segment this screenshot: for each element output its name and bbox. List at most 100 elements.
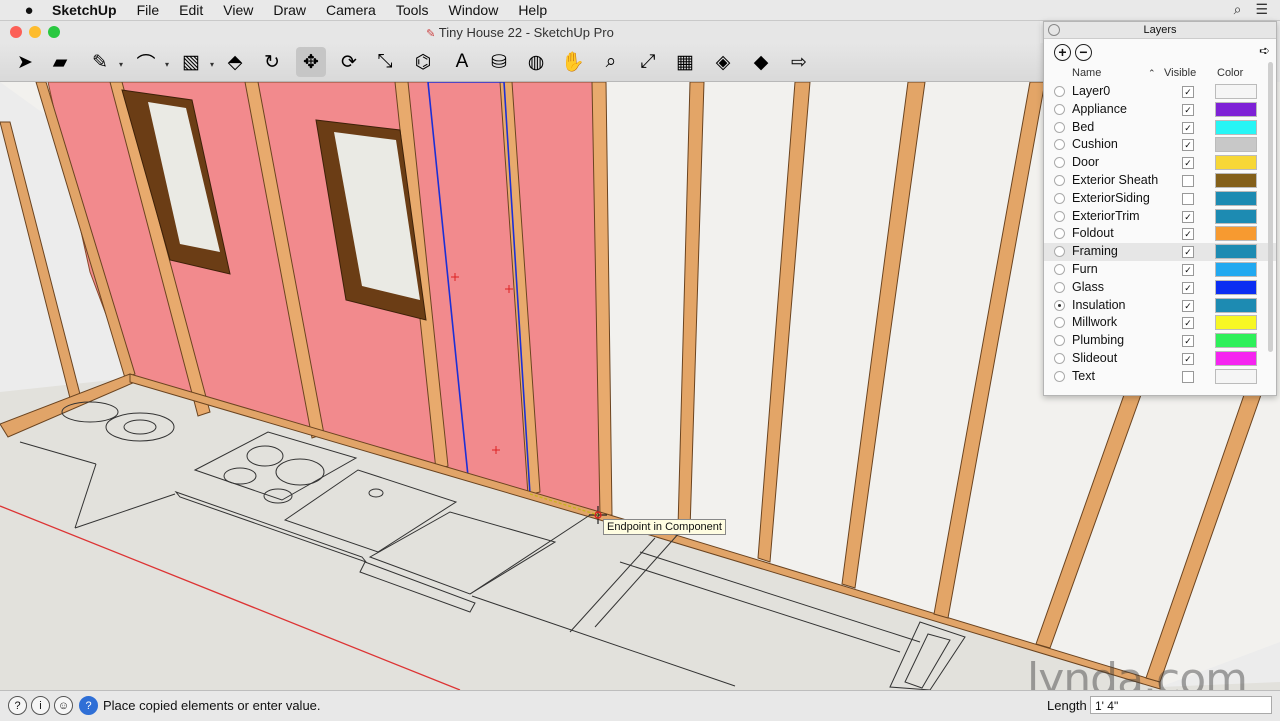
menu-view[interactable]: View (223, 2, 253, 18)
layer-row[interactable]: Bed ✓ (1044, 119, 1276, 137)
zoom-icon[interactable]: ⌕ (596, 47, 626, 77)
layer-row[interactable]: Text (1044, 368, 1276, 386)
visible-checkbox[interactable]: ✓ (1182, 121, 1194, 134)
sort-chevron-icon[interactable]: ⌃ (1148, 68, 1156, 79)
active-layer-radio[interactable] (1054, 139, 1065, 151)
menu-draw[interactable]: Draw (273, 2, 306, 18)
visible-checkbox[interactable] (1182, 192, 1194, 205)
layer-name[interactable]: ExteriorTrim (1072, 209, 1176, 223)
layer-name[interactable]: Cushion (1072, 137, 1176, 151)
menu-help[interactable]: Help (518, 2, 547, 18)
active-layer-radio[interactable] (1054, 352, 1065, 364)
add-layer-button[interactable]: + (1054, 44, 1071, 61)
geo-location-icon[interactable]: ? (8, 696, 27, 715)
rotate-icon[interactable]: ⟳ (334, 47, 364, 77)
layer-color-swatch[interactable] (1215, 172, 1257, 188)
layer-name[interactable]: Door (1072, 155, 1176, 169)
layer-color-swatch[interactable] (1215, 155, 1257, 171)
dropdown-arrow-icon[interactable]: ▾ (165, 60, 169, 69)
layer-row[interactable]: Exterior Sheath (1044, 172, 1276, 190)
details-arrow-icon[interactable]: ➪ (1259, 43, 1270, 59)
layer-color-swatch[interactable] (1215, 261, 1257, 277)
layer-row[interactable]: ExteriorTrim ✓ (1044, 208, 1276, 226)
visible-checkbox[interactable]: ✓ (1182, 246, 1194, 259)
active-layer-radio[interactable] (1054, 103, 1065, 115)
offset-icon[interactable]: ↻ (257, 47, 287, 77)
layer-name[interactable]: Text (1072, 369, 1176, 383)
visible-checkbox[interactable] (1182, 174, 1194, 187)
visible-checkbox[interactable]: ✓ (1182, 86, 1194, 98)
layer-color-swatch[interactable] (1215, 119, 1257, 135)
layer-row[interactable]: Millwork ✓ (1044, 314, 1276, 332)
visible-checkbox[interactable]: ✓ (1182, 157, 1194, 170)
user-account-icon[interactable]: ☺ (54, 696, 73, 715)
delete-layer-button[interactable]: − (1075, 44, 1092, 61)
layer-color-swatch[interactable] (1215, 315, 1257, 331)
active-layer-radio[interactable] (1054, 86, 1065, 97)
active-layer-radio[interactable] (1054, 228, 1065, 240)
visible-checkbox[interactable]: ✓ (1182, 263, 1194, 276)
instructor-help-icon[interactable]: ? (79, 696, 98, 715)
visible-checkbox[interactable]: ✓ (1182, 103, 1194, 116)
rectangle-icon[interactable]: ▧ ▾ (176, 47, 214, 77)
dropdown-arrow-icon[interactable]: ▾ (210, 60, 214, 69)
layer-name[interactable]: Appliance (1072, 102, 1176, 116)
dropdown-arrow-icon[interactable]: ▾ (119, 60, 123, 69)
layer-color-swatch[interactable] (1215, 190, 1257, 206)
pan-icon[interactable]: ✋ (558, 47, 588, 77)
layer-name[interactable]: Insulation (1072, 298, 1176, 312)
layer-row[interactable]: Layer0 ✓ (1044, 83, 1276, 101)
spotlight-search-icon[interactable]: ⌕ (1234, 1, 1242, 18)
active-layer-radio[interactable] (1054, 192, 1065, 204)
layer-row[interactable]: Glass ✓ (1044, 279, 1276, 297)
layer-name[interactable]: Millwork (1072, 315, 1176, 329)
layer-name[interactable]: Layer0 (1072, 84, 1176, 98)
layer-name[interactable]: Plumbing (1072, 333, 1176, 347)
layer-color-swatch[interactable] (1215, 208, 1257, 224)
menu-file[interactable]: File (137, 2, 160, 18)
layer-color-swatch[interactable] (1215, 333, 1257, 349)
visible-checkbox[interactable]: ✓ (1182, 299, 1194, 312)
send-to-layout-icon[interactable]: ⇨ (784, 47, 814, 77)
pencil-line-icon[interactable]: ✎ ▾ (85, 47, 123, 77)
visible-checkbox[interactable] (1182, 370, 1194, 383)
menu-app-name[interactable]: SketchUp (52, 2, 117, 18)
active-layer-radio[interactable] (1054, 246, 1065, 258)
layer-color-swatch[interactable] (1215, 244, 1257, 260)
notification-center-icon[interactable]: ☰ (1255, 1, 1268, 18)
layer-row[interactable]: Appliance ✓ (1044, 101, 1276, 119)
layer-row[interactable]: Slideout ✓ (1044, 350, 1276, 368)
layer-name[interactable]: Foldout (1072, 226, 1176, 240)
measurements-input[interactable]: 1' 4" (1090, 696, 1272, 714)
column-visible[interactable]: Visible (1164, 67, 1196, 79)
layer-row[interactable]: Foldout ✓ (1044, 225, 1276, 243)
layer-name[interactable]: Bed (1072, 120, 1176, 134)
active-layer-radio[interactable] (1054, 210, 1065, 222)
active-layer-radio[interactable] (1054, 335, 1065, 347)
active-layer-radio[interactable] (1054, 157, 1065, 169)
layer-name[interactable]: ExteriorSiding (1072, 191, 1176, 205)
tape-measure-icon[interactable]: ⌬ (408, 47, 438, 77)
layer-name[interactable]: Glass (1072, 280, 1176, 294)
scale-icon[interactable]: ⤡ (370, 47, 400, 77)
extension-warehouse-icon[interactable]: ◈ (708, 47, 738, 77)
layer-row[interactable]: Framing ✓ (1044, 243, 1276, 261)
layer-color-swatch[interactable] (1215, 101, 1257, 117)
layer-color-swatch[interactable] (1215, 84, 1257, 99)
menu-camera[interactable]: Camera (326, 2, 376, 18)
visible-checkbox[interactable]: ✓ (1182, 335, 1194, 348)
text-icon[interactable]: A (447, 47, 477, 77)
active-layer-radio[interactable] (1054, 263, 1065, 275)
visible-checkbox[interactable]: ✓ (1182, 228, 1194, 241)
visible-checkbox[interactable]: ✓ (1182, 281, 1194, 294)
layer-row[interactable]: Cushion ✓ (1044, 136, 1276, 154)
3d-warehouse-icon[interactable]: ▦ (670, 47, 700, 77)
layer-name[interactable]: Exterior Sheath (1072, 173, 1176, 187)
layer-color-swatch[interactable] (1215, 368, 1257, 384)
layer-color-swatch[interactable] (1215, 350, 1257, 366)
visible-checkbox[interactable]: ✓ (1182, 139, 1194, 152)
arc-icon[interactable]: ⌒ ▾ (131, 47, 169, 77)
apple-icon[interactable]: ● (20, 2, 38, 19)
menu-tools[interactable]: Tools (396, 2, 429, 18)
layer-color-swatch[interactable] (1215, 297, 1257, 313)
